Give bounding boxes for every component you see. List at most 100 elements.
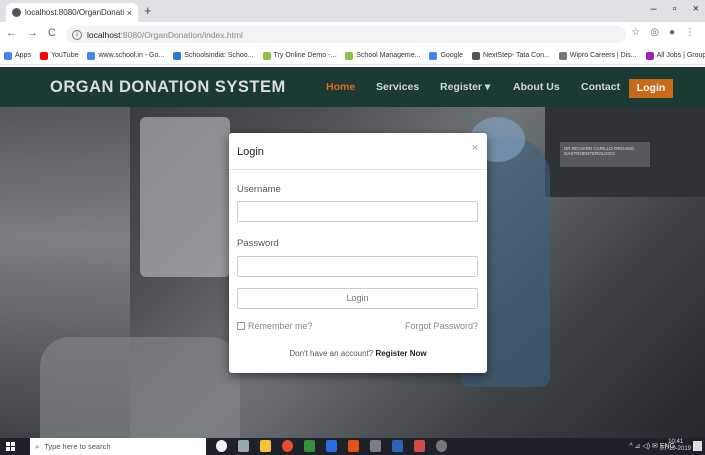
app-icon[interactable] — [326, 440, 337, 452]
login-modal: Login × Username Password Login Remember… — [229, 133, 487, 373]
clock-date: 07-10-2019 — [660, 446, 691, 452]
username-input[interactable] — [237, 201, 478, 222]
bookmark-icon — [645, 51, 654, 60]
minimize-button[interactable]: – — [651, 3, 657, 15]
browser-tab[interactable]: localhost:8080/OrganDonation/i × — [6, 3, 138, 22]
bookmark-icon — [262, 51, 271, 60]
remember-me[interactable]: Remember me? — [237, 321, 313, 331]
taskbar-search-input[interactable]: ⌕ Type here to search — [30, 438, 206, 455]
hero-shape — [40, 337, 240, 438]
clock-time: 10:41 — [668, 439, 684, 445]
bookmark-label: Apps — [15, 52, 31, 59]
nav-services[interactable]: Services — [376, 81, 419, 93]
bookmark-icon — [345, 51, 354, 60]
app-icon[interactable] — [392, 440, 403, 452]
cortana-icon[interactable] — [216, 440, 227, 452]
address-bar-row: ← → C i localhost:8080/OrganDonation/ind… — [0, 22, 705, 48]
bookmark-item[interactable]: Schoolsindia: Schoo... — [173, 51, 254, 60]
password-input[interactable] — [237, 256, 478, 277]
login-button[interactable]: Login — [237, 288, 478, 309]
bookmark-label: Google — [440, 52, 464, 59]
chrome-icon[interactable] — [282, 440, 293, 452]
remember-label: Remember me? — [248, 321, 313, 331]
bookmark-icon — [87, 51, 96, 60]
bookmark-label: www.school.in - Go... — [98, 52, 165, 59]
tab-title: localhost:8080/OrganDonation/i — [25, 8, 124, 17]
bookmark-item[interactable]: School Manageme... — [345, 51, 421, 60]
nav-login-button[interactable]: Login — [629, 79, 673, 98]
browser-tab-strip: localhost:8080/OrganDonation/i × + – ▫ × — [0, 0, 705, 22]
bookmark-item[interactable]: Try Online Demo -... — [262, 51, 336, 60]
app-icon[interactable] — [304, 440, 315, 452]
clock[interactable]: 10:41 07-10-2019 — [660, 439, 691, 453]
bookmark-label: NextStep- Tata Con... — [483, 52, 550, 59]
office-icon[interactable] — [348, 440, 359, 452]
bookmark-label: All Jobs | Group | S... — [656, 52, 705, 59]
task-view-icon[interactable] — [238, 440, 249, 452]
close-icon[interactable]: × — [472, 142, 478, 154]
bookmark-icon — [558, 51, 567, 60]
browser-extensions: ☆ ◎ ● ⋮ — [631, 27, 695, 38]
bookmark-item[interactable]: YouTube — [39, 51, 79, 60]
bookmark-label: School Manageme... — [356, 52, 421, 59]
bookmark-item[interactable]: Google — [429, 51, 464, 60]
maximize-button[interactable]: ▫ — [673, 3, 677, 15]
register-now-link[interactable]: Register Now — [375, 349, 426, 358]
taskbar-apps — [216, 440, 447, 452]
bookmark-label: Schoolsindia: Schoo... — [184, 52, 254, 59]
bookmark-label: YouTube — [50, 52, 79, 59]
hero-shape — [140, 117, 230, 277]
register-prompt: Don't have an account? Register Now — [229, 349, 487, 358]
profile-icon[interactable]: ● — [669, 27, 675, 38]
bookmark-label: Wipro Careers | Dis... — [569, 52, 637, 59]
reload-button[interactable]: C — [48, 27, 56, 39]
modal-title: Login — [237, 146, 264, 158]
no-account-text: Don't have an account? — [289, 349, 374, 358]
app-icon[interactable] — [414, 440, 425, 452]
globe-icon — [12, 8, 21, 17]
notification-icon[interactable] — [693, 441, 702, 451]
password-label: Password — [237, 238, 279, 249]
bookmarks-bar: Apps YouTube www.school.in - Go... Schoolsi… — [0, 47, 705, 65]
bookmark-item[interactable]: Wipro Careers | Dis... — [558, 51, 637, 60]
url-path: :8080/OrganDonation/index.html — [120, 29, 243, 40]
bookmark-item[interactable]: Apps — [4, 51, 31, 60]
bookmark-icon — [472, 51, 481, 60]
nav-buttons: ← → C — [6, 27, 56, 39]
site-brand[interactable]: ORGAN DONATION SYSTEM — [50, 78, 286, 97]
app-icon[interactable] — [436, 440, 447, 452]
nav-about[interactable]: About Us — [513, 81, 560, 93]
url-input[interactable]: i localhost:8080/OrganDonation/index.htm… — [66, 26, 626, 43]
bookmark-icon — [173, 51, 182, 60]
checkbox-icon[interactable] — [237, 322, 245, 330]
windows-start-icon[interactable] — [6, 442, 15, 451]
close-window-button[interactable]: × — [693, 3, 699, 15]
bookmark-item[interactable]: www.school.in - Go... — [87, 51, 165, 60]
modal-divider — [229, 169, 487, 170]
url-host: localhost — [87, 29, 121, 40]
nav-register[interactable]: Register ▾ — [440, 81, 490, 93]
username-label: Username — [237, 184, 281, 195]
nav-contact[interactable]: Contact — [581, 81, 620, 93]
bookmark-icon — [39, 51, 48, 60]
bookmark-icon — [4, 51, 12, 60]
forward-button[interactable]: → — [27, 27, 38, 39]
file-explorer-icon[interactable] — [260, 440, 271, 452]
search-icon: ⌕ — [35, 441, 40, 451]
star-icon[interactable]: ☆ — [631, 27, 640, 38]
search-placeholder: Type here to search — [44, 442, 111, 451]
bookmark-item[interactable]: NextStep- Tata Con... — [472, 51, 550, 60]
new-tab-button[interactable]: + — [144, 3, 152, 18]
app-icon[interactable] — [370, 440, 381, 452]
info-icon[interactable]: i — [72, 29, 82, 40]
menu-icon[interactable]: ⋮ — [685, 27, 695, 38]
forgot-password-link[interactable]: Forgot Password? — [405, 321, 478, 331]
hero-caption: DR RICHARD CARILLO ORGANO GASTROENTEROLO… — [560, 142, 650, 167]
nav-home[interactable]: Home — [326, 81, 355, 93]
back-button[interactable]: ← — [6, 27, 17, 39]
window-controls: – ▫ × — [651, 3, 699, 15]
extension-icon[interactable]: ◎ — [650, 27, 659, 38]
bookmark-icon — [429, 51, 438, 60]
bookmark-item[interactable]: All Jobs | Group | S... — [645, 51, 705, 60]
tab-close-icon[interactable]: × — [127, 8, 132, 18]
